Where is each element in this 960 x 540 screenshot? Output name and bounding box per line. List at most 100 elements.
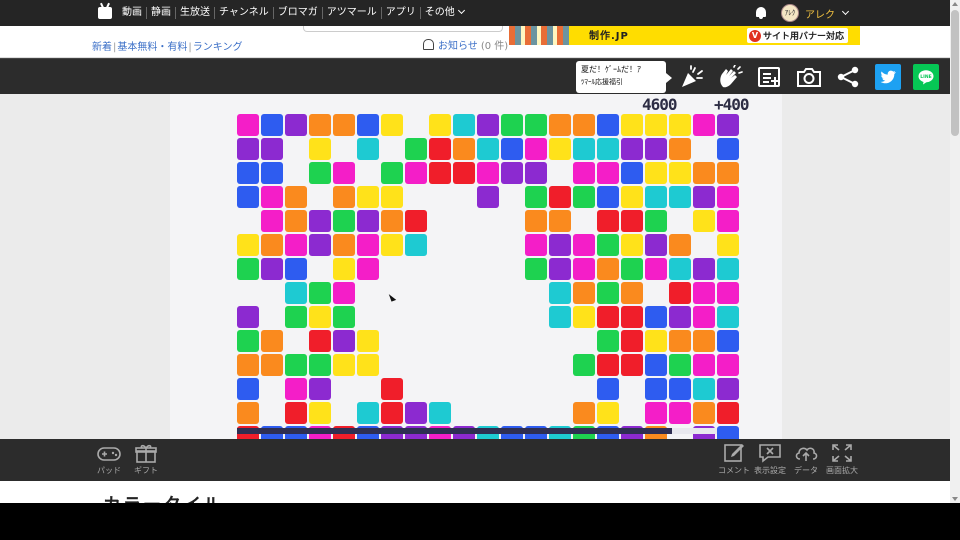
- tile-orange[interactable]: [549, 210, 571, 232]
- tile-blue[interactable]: [645, 354, 667, 376]
- tile-orange[interactable]: [621, 282, 643, 304]
- tile-orange[interactable]: [237, 354, 259, 376]
- tile-cyan[interactable]: [693, 378, 715, 400]
- tile-cyan[interactable]: [549, 282, 571, 304]
- tile-green[interactable]: [381, 162, 403, 184]
- tile-purple[interactable]: [717, 114, 739, 136]
- link-new[interactable]: 新着: [92, 42, 112, 53]
- tile-red[interactable]: [285, 402, 307, 424]
- tile-yellow[interactable]: [309, 138, 331, 160]
- tile-yellow[interactable]: [693, 210, 715, 232]
- tile-yellow[interactable]: [357, 330, 379, 352]
- tile-yellow[interactable]: [621, 234, 643, 256]
- tile-yellow[interactable]: [357, 186, 379, 208]
- tile-magenta[interactable]: [333, 162, 355, 184]
- tile-green[interactable]: [237, 258, 259, 280]
- tile-magenta[interactable]: [717, 210, 739, 232]
- tile-orange[interactable]: [453, 138, 475, 160]
- tile-yellow[interactable]: [381, 186, 403, 208]
- tile-red[interactable]: [621, 306, 643, 328]
- tile-magenta[interactable]: [717, 282, 739, 304]
- tile-orange[interactable]: [381, 210, 403, 232]
- tile-orange[interactable]: [333, 234, 355, 256]
- link-ranking[interactable]: ランキング: [193, 42, 243, 53]
- tile-purple[interactable]: [621, 138, 643, 160]
- tile-orange[interactable]: [309, 114, 331, 136]
- tile-red[interactable]: [381, 402, 403, 424]
- tile-magenta[interactable]: [357, 234, 379, 256]
- bell-icon[interactable]: [755, 7, 767, 19]
- tile-orange[interactable]: [669, 330, 691, 352]
- tile-red[interactable]: [717, 402, 739, 424]
- tile-magenta[interactable]: [285, 378, 307, 400]
- tile-red[interactable]: [381, 378, 403, 400]
- tile-purple[interactable]: [309, 378, 331, 400]
- tile-cyan[interactable]: [477, 138, 499, 160]
- tile-orange[interactable]: [261, 354, 283, 376]
- nav-item-apps[interactable]: アプリ: [380, 7, 420, 19]
- data-button[interactable]: データ: [786, 443, 826, 476]
- tile-green[interactable]: [285, 306, 307, 328]
- tile-magenta[interactable]: [477, 162, 499, 184]
- tile-yellow[interactable]: [621, 186, 643, 208]
- tile-magenta[interactable]: [333, 282, 355, 304]
- tile-cyan[interactable]: [717, 258, 739, 280]
- tile-blue[interactable]: [261, 114, 283, 136]
- tile-magenta[interactable]: [261, 210, 283, 232]
- tile-purple[interactable]: [693, 258, 715, 280]
- tile-yellow[interactable]: [717, 234, 739, 256]
- nav-item-video[interactable]: 動画: [118, 7, 146, 19]
- scroll-up-arrow-icon[interactable]: [952, 2, 958, 6]
- tile-green[interactable]: [405, 138, 427, 160]
- tile-orange[interactable]: [285, 186, 307, 208]
- tile-blue[interactable]: [621, 162, 643, 184]
- tile-green[interactable]: [501, 114, 523, 136]
- tile-yellow[interactable]: [645, 330, 667, 352]
- tile-cyan[interactable]: [549, 306, 571, 328]
- tile-purple[interactable]: [717, 378, 739, 400]
- tile-purple[interactable]: [645, 138, 667, 160]
- tile-purple[interactable]: [261, 138, 283, 160]
- tile-blue[interactable]: [597, 114, 619, 136]
- tile-cyan[interactable]: [357, 138, 379, 160]
- tile-red[interactable]: [597, 306, 619, 328]
- tile-red[interactable]: [549, 186, 571, 208]
- tile-yellow[interactable]: [429, 114, 451, 136]
- tile-yellow[interactable]: [381, 234, 403, 256]
- tile-green[interactable]: [645, 210, 667, 232]
- tile-magenta[interactable]: [357, 258, 379, 280]
- tile-orange[interactable]: [549, 114, 571, 136]
- tile-orange[interactable]: [261, 330, 283, 352]
- tile-purple[interactable]: [333, 330, 355, 352]
- tile-magenta[interactable]: [573, 258, 595, 280]
- tile-blue[interactable]: [717, 138, 739, 160]
- tile-orange[interactable]: [525, 210, 547, 232]
- party-popper-icon[interactable]: [679, 65, 705, 89]
- share-icon[interactable]: [835, 65, 861, 89]
- tile-green[interactable]: [573, 186, 595, 208]
- tile-yellow[interactable]: [237, 234, 259, 256]
- tile-purple[interactable]: [669, 306, 691, 328]
- tile-magenta[interactable]: [237, 114, 259, 136]
- ad-banner[interactable]: 制作.JP V サイト用バナー対応: [509, 26, 860, 45]
- tile-green[interactable]: [573, 354, 595, 376]
- tile-purple[interactable]: [357, 210, 379, 232]
- playlist-add-icon[interactable]: [757, 65, 783, 89]
- tile-yellow[interactable]: [357, 354, 379, 376]
- nav-item-channel[interactable]: チャンネル: [214, 7, 273, 19]
- tile-cyan[interactable]: [429, 402, 451, 424]
- tile-red[interactable]: [429, 162, 451, 184]
- tile-yellow[interactable]: [645, 162, 667, 184]
- display-settings-button[interactable]: 表示設定: [750, 443, 790, 476]
- tile-purple[interactable]: [405, 402, 427, 424]
- tile-orange[interactable]: [333, 114, 355, 136]
- user-menu-chevron-icon[interactable]: [841, 7, 850, 16]
- avatar[interactable]: ｱﾚｸ: [781, 4, 799, 22]
- tile-magenta[interactable]: [573, 162, 595, 184]
- tile-cyan[interactable]: [645, 186, 667, 208]
- tile-purple[interactable]: [309, 234, 331, 256]
- tile-green[interactable]: [309, 162, 331, 184]
- campaign-bubble[interactable]: 夏だ！ｹﾞｰﾑだ！ｱ ﾂﾏｰﾙ応援福引: [576, 61, 672, 93]
- tile-red[interactable]: [621, 330, 643, 352]
- tile-purple[interactable]: [645, 234, 667, 256]
